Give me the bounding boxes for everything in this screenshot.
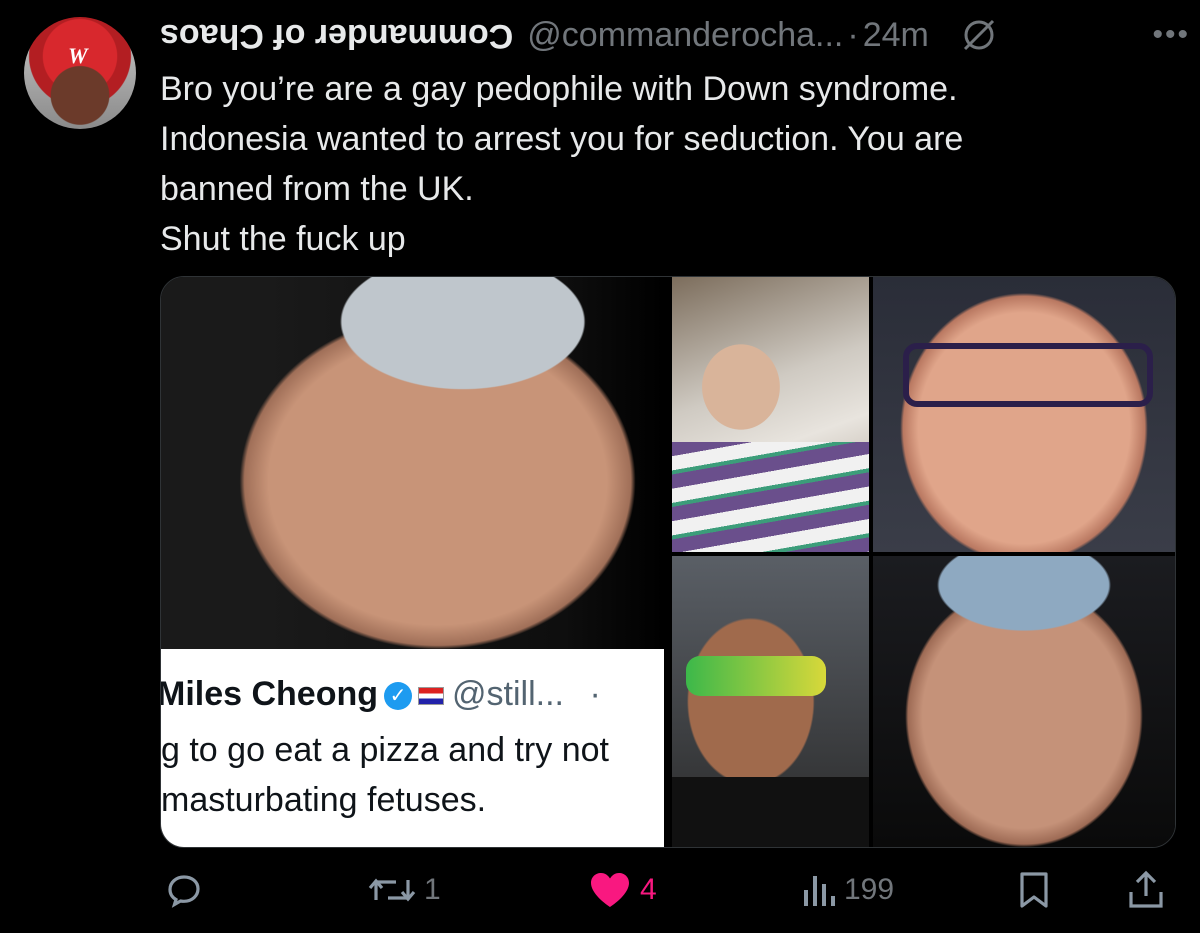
more-icon[interactable]: •••	[1152, 18, 1190, 52]
photo-closeup-2	[873, 556, 1175, 847]
tweet-media[interactable]: Miles Cheong ✓ @still... · g to go eat a p…	[160, 276, 1176, 848]
bookmark-button[interactable]	[1016, 858, 1052, 922]
bookmark-icon	[1020, 872, 1048, 908]
tweet-header: Commander of Chaos @commanderocha... · 2…	[160, 10, 1190, 60]
display-name[interactable]: Commander of Chaos	[160, 16, 513, 55]
views-icon	[804, 876, 835, 906]
flag-icon	[418, 687, 445, 706]
tweet-text-line: Shut the fuck up	[160, 220, 406, 258]
tweet-text-line: Indonesia wanted to arrest you for seduc…	[160, 120, 964, 158]
retweet-button[interactable]: 1	[368, 858, 441, 922]
reply-icon	[168, 875, 200, 908]
retweet-icon	[368, 878, 416, 902]
timestamp[interactable]: 24m	[863, 16, 929, 55]
tweet-actions: 1 4 199	[160, 858, 1180, 922]
grok-icon[interactable]	[959, 15, 999, 55]
dark-shirt	[672, 777, 869, 847]
tweet-text-line: banned from the UK.	[160, 170, 474, 208]
photo-collage[interactable]	[672, 277, 1175, 847]
heart-icon	[591, 873, 629, 907]
embedded-text-line: g to go eat a pizza and try not	[161, 731, 609, 769]
embedded-dot: ·	[589, 675, 601, 713]
photo-sunglasses	[672, 556, 869, 847]
embedded-tweet-header: Miles Cheong ✓ @still... ·	[161, 675, 601, 714]
embedded-tweet-screenshot: Miles Cheong ✓ @still... · g to go eat a p…	[161, 649, 664, 847]
views-button[interactable]: 199	[800, 858, 894, 922]
separator-dot: ·	[847, 15, 859, 54]
like-button[interactable]: 4	[588, 858, 657, 922]
retweet-count: 1	[424, 873, 441, 906]
striped-shirt	[672, 442, 869, 552]
reply-button[interactable]	[164, 858, 212, 922]
embedded-handle: @still...	[452, 675, 564, 713]
verified-icon: ✓	[384, 682, 413, 711]
tweet-text-line: Bro you’re are a gay pedophile with Down…	[160, 70, 958, 108]
like-count: 4	[640, 873, 657, 906]
tweet-text: Bro you’re are a gay pedophile with Down…	[160, 64, 1150, 264]
embedded-name: Miles Cheong	[160, 675, 379, 713]
share-button[interactable]	[1126, 858, 1166, 922]
views-count: 199	[844, 873, 895, 906]
embedded-text-line: masturbating fetuses.	[161, 781, 487, 819]
sunglasses	[686, 656, 826, 696]
photo-glasses	[873, 277, 1175, 552]
share-icon	[1129, 870, 1163, 908]
glasses	[903, 343, 1153, 407]
photo-closeup[interactable]	[161, 277, 664, 649]
avatar[interactable]: W	[24, 17, 136, 129]
photo-selfie	[672, 277, 869, 552]
handle[interactable]: @commanderocha...	[527, 16, 843, 55]
cap-logo-icon: W	[68, 43, 88, 68]
